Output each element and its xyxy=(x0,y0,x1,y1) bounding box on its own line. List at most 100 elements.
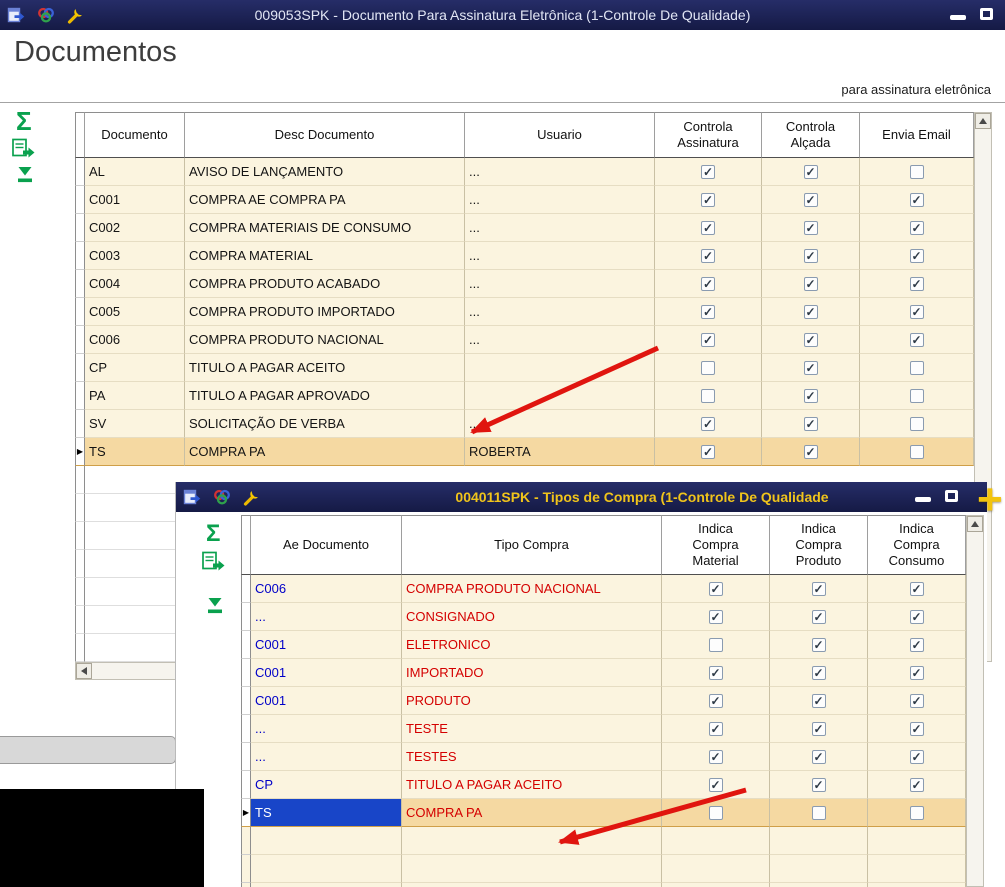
checkbox-checked-icon[interactable]: ✓ xyxy=(909,665,924,680)
wrench-icon[interactable] xyxy=(66,5,86,25)
checkbox-checked-icon[interactable]: ✓ xyxy=(701,304,715,319)
checkbox-checked-icon[interactable]: ✓ xyxy=(708,777,723,792)
tipo-compra-cell[interactable]: PRODUTO xyxy=(402,687,662,715)
sigma-icon[interactable]: Σ xyxy=(16,108,32,134)
checkbox-cell[interactable]: ✓ xyxy=(770,771,868,799)
checkbox-cell[interactable]: ✓ xyxy=(770,687,868,715)
tipo-compra-cell[interactable]: CONSIGNADO xyxy=(402,603,662,631)
usuario-cell[interactable]: ... xyxy=(465,242,655,270)
checkbox-cell[interactable] xyxy=(770,799,868,827)
checkbox-cell[interactable] xyxy=(655,382,762,410)
checkbox-checked-icon[interactable]: ✓ xyxy=(701,248,715,263)
documento-cell[interactable]: C006 xyxy=(85,326,185,354)
checkbox-cell[interactable]: ✓ xyxy=(860,270,974,298)
column-header-controla-alcada[interactable]: Controla Alçada xyxy=(762,112,860,158)
usuario-cell[interactable]: ... xyxy=(465,214,655,242)
scroll-up-button[interactable] xyxy=(975,113,991,129)
checkbox-checked-icon[interactable]: ✓ xyxy=(803,416,818,431)
checkbox-unchecked-icon[interactable] xyxy=(811,805,826,820)
tipo-compra-cell[interactable]: TESTES xyxy=(402,743,662,771)
checkbox-cell[interactable]: ✓ xyxy=(868,659,966,687)
maximize-button[interactable] xyxy=(945,490,958,502)
tipo-compra-cell[interactable]: TITULO A PAGAR ACEITO xyxy=(402,771,662,799)
checkbox-unchecked-icon[interactable] xyxy=(909,416,924,431)
desc-documento-cell[interactable]: TITULO A PAGAR ACEITO xyxy=(185,354,465,382)
ae-documento-cell[interactable]: C006 xyxy=(251,575,402,603)
table-row[interactable]: C001 COMPRA AE COMPRA PA... ✓ ✓ ✓ xyxy=(75,186,974,214)
table-row[interactable]: ▶ TS COMPRA PA ROBERTA ✓ ✓ xyxy=(75,438,974,466)
checkbox-cell[interactable]: ✓ xyxy=(770,715,868,743)
checkbox-cell[interactable]: ✓ xyxy=(655,158,762,186)
usuario-cell[interactable] xyxy=(465,382,655,410)
checkbox-checked-icon[interactable]: ✓ xyxy=(708,581,723,596)
checkbox-cell[interactable]: ✓ xyxy=(762,298,860,326)
checkbox-cell[interactable]: ✓ xyxy=(770,743,868,771)
documento-cell[interactable]: PA xyxy=(85,382,185,410)
checkbox-cell[interactable]: ✓ xyxy=(860,326,974,354)
table-row[interactable]: ... TESTES ✓ ✓ ✓ xyxy=(241,743,966,771)
column-header-ae-documento[interactable]: Ae Documento xyxy=(251,515,402,575)
table-row[interactable]: CP TITULO A PAGAR ACEITO ✓ xyxy=(75,354,974,382)
minimize-button[interactable] xyxy=(950,9,966,20)
checkbox-checked-icon[interactable]: ✓ xyxy=(701,192,715,207)
usuario-cell[interactable]: ... xyxy=(465,326,655,354)
desc-documento-cell[interactable]: COMPRA AE COMPRA PA xyxy=(185,186,465,214)
desc-documento-cell[interactable]: SOLICITAÇÃO DE VERBA xyxy=(185,410,465,438)
checkbox-checked-icon[interactable]: ✓ xyxy=(909,248,924,263)
tipo-compra-cell[interactable]: IMPORTADO xyxy=(402,659,662,687)
minimize-button[interactable] xyxy=(915,491,931,502)
ae-documento-cell[interactable]: ... xyxy=(251,603,402,631)
tipo-compra-cell[interactable]: TESTE xyxy=(402,715,662,743)
usuario-cell[interactable]: ... xyxy=(465,410,655,438)
desc-documento-cell[interactable]: COMPRA PRODUTO IMPORTADO xyxy=(185,298,465,326)
desc-documento-cell[interactable]: COMPRA PA xyxy=(185,438,465,466)
checkbox-unchecked-icon[interactable] xyxy=(909,444,924,459)
checkbox-cell[interactable]: ✓ xyxy=(868,771,966,799)
checkbox-unchecked-icon[interactable] xyxy=(909,164,924,179)
documento-cell[interactable]: CP xyxy=(85,354,185,382)
documento-cell[interactable]: TS xyxy=(85,438,185,466)
checkbox-cell[interactable] xyxy=(860,438,974,466)
documento-cell[interactable]: C003 xyxy=(85,242,185,270)
checkbox-unchecked-icon[interactable] xyxy=(708,637,723,652)
desc-documento-cell[interactable]: COMPRA MATERIAL xyxy=(185,242,465,270)
table-row[interactable]: ... TESTE ✓ ✓ ✓ xyxy=(241,715,966,743)
checkbox-unchecked-icon[interactable] xyxy=(701,388,715,403)
checkbox-checked-icon[interactable]: ✓ xyxy=(811,721,826,736)
checkbox-cell[interactable]: ✓ xyxy=(860,242,974,270)
checkbox-cell[interactable]: ✓ xyxy=(662,603,770,631)
tipo-compra-cell[interactable]: COMPRA PRODUTO NACIONAL xyxy=(402,575,662,603)
table-row[interactable]: CP TITULO A PAGAR ACEITO ✓ ✓ ✓ xyxy=(241,771,966,799)
checkbox-cell[interactable]: ✓ xyxy=(770,631,868,659)
checkbox-checked-icon[interactable]: ✓ xyxy=(708,693,723,708)
checkbox-cell[interactable]: ✓ xyxy=(868,743,966,771)
table-row[interactable]: ... CONSIGNADO ✓ ✓ ✓ xyxy=(241,603,966,631)
checkbox-checked-icon[interactable]: ✓ xyxy=(701,276,715,291)
checkbox-checked-icon[interactable]: ✓ xyxy=(811,693,826,708)
checkbox-cell[interactable]: ✓ xyxy=(762,158,860,186)
ae-documento-cell[interactable]: TS xyxy=(251,799,402,827)
checkbox-cell[interactable]: ✓ xyxy=(860,298,974,326)
desc-documento-cell[interactable]: COMPRA PRODUTO ACABADO xyxy=(185,270,465,298)
table-row[interactable]: C001 PRODUTO ✓ ✓ ✓ xyxy=(241,687,966,715)
table-row[interactable]: PA TITULO A PAGAR APROVADO ✓ xyxy=(75,382,974,410)
checkbox-checked-icon[interactable]: ✓ xyxy=(708,665,723,680)
usuario-cell[interactable]: ... xyxy=(465,158,655,186)
checkbox-checked-icon[interactable]: ✓ xyxy=(909,332,924,347)
table-row[interactable]: C005 COMPRA PRODUTO IMPORTADO... ✓ ✓ ✓ xyxy=(75,298,974,326)
checkbox-checked-icon[interactable]: ✓ xyxy=(909,609,924,624)
checkbox-checked-icon[interactable]: ✓ xyxy=(909,749,924,764)
usuario-cell[interactable]: ... xyxy=(465,186,655,214)
checkbox-unchecked-icon[interactable] xyxy=(909,360,924,375)
checkbox-cell[interactable] xyxy=(860,410,974,438)
checkbox-checked-icon[interactable]: ✓ xyxy=(909,304,924,319)
window1-titlebar[interactable]: 009053SPK - Documento Para Assinatura El… xyxy=(0,0,1005,30)
checkbox-checked-icon[interactable]: ✓ xyxy=(811,609,826,624)
documento-cell[interactable]: C001 xyxy=(85,186,185,214)
checkbox-checked-icon[interactable]: ✓ xyxy=(701,416,715,431)
checkbox-cell[interactable] xyxy=(662,799,770,827)
checkbox-cell[interactable]: ✓ xyxy=(868,687,966,715)
checkbox-cell[interactable]: ✓ xyxy=(655,186,762,214)
documento-cell[interactable]: AL xyxy=(85,158,185,186)
desc-documento-cell[interactable]: COMPRA MATERIAIS DE CONSUMO xyxy=(185,214,465,242)
